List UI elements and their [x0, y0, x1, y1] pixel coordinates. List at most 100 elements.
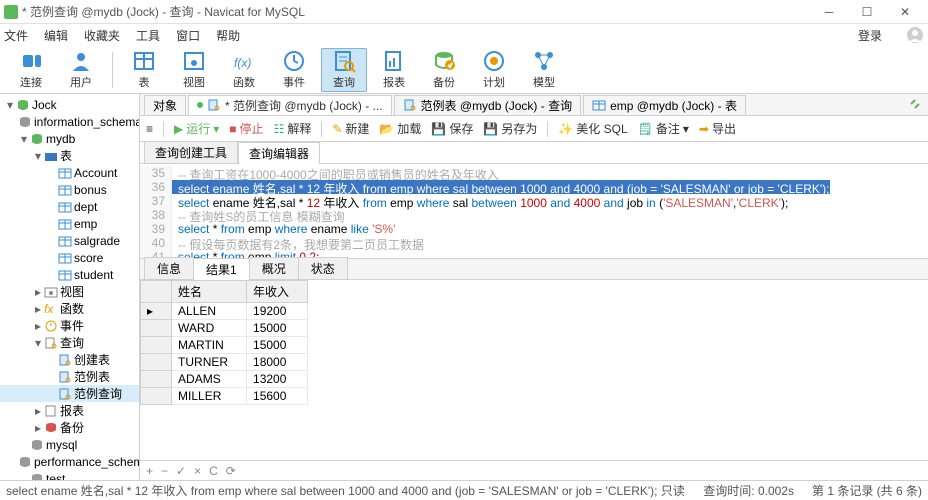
new-button[interactable]: ✎ 新建: [332, 120, 369, 137]
tool-clock[interactable]: 事件: [271, 48, 317, 92]
tool-plug[interactable]: 连接: [8, 48, 54, 92]
tree-salgrade[interactable]: salgrade: [0, 232, 139, 249]
col-header[interactable]: 姓名: [172, 281, 247, 303]
load-button[interactable]: 📂 加载: [379, 120, 421, 137]
table-row[interactable]: WARD15000: [141, 320, 308, 337]
tree-事件[interactable]: ▸事件: [0, 317, 139, 334]
twisty-icon[interactable]: ▾: [4, 98, 16, 112]
table-row[interactable]: ADAMS13200: [141, 371, 308, 388]
editor-tab[interactable]: emp @mydb (Jock) - 表: [583, 95, 746, 115]
twisty-icon[interactable]: ▸: [32, 302, 44, 316]
twisty-icon[interactable]: ▾: [18, 132, 30, 146]
minimize-button[interactable]: ─: [810, 1, 848, 23]
note-button[interactable]: 🗒 备注 ▾: [638, 120, 689, 137]
grid-action-−[interactable]: −: [161, 464, 168, 478]
table-row[interactable]: TURNER18000: [141, 354, 308, 371]
sql-line[interactable]: 39select * from emp where ename like 'S%…: [140, 222, 928, 236]
result-tab-概况[interactable]: 概况: [249, 257, 299, 279]
result-tab-信息[interactable]: 信息: [144, 257, 194, 279]
twisty-icon[interactable]: ▸: [32, 319, 44, 333]
twisty-icon[interactable]: ▸: [32, 404, 44, 418]
sql-line[interactable]: 37select ename 姓名,sal * 12 年收入 from emp …: [140, 194, 928, 208]
menu-收藏夹[interactable]: 收藏夹: [84, 27, 120, 44]
close-button[interactable]: ✕: [886, 1, 924, 23]
tree-emp[interactable]: emp: [0, 215, 139, 232]
sidebar-tree[interactable]: ▾Jockinformation_schema▾mydb▾表Accountbon…: [0, 94, 140, 480]
tree-performance_schema[interactable]: performance_schema: [0, 453, 139, 470]
beautify-button[interactable]: ✨ 美化 SQL: [558, 120, 627, 137]
tree-创建表[interactable]: 创建表: [0, 351, 139, 368]
tool-backup[interactable]: 备份: [421, 48, 467, 92]
user-avatar-icon[interactable]: [906, 26, 924, 44]
result-grid[interactable]: 姓名年收入▸ALLEN19200WARD15000MARTIN15000TURN…: [140, 280, 928, 460]
tree-函数[interactable]: ▸fx函数: [0, 300, 139, 317]
menu-帮助[interactable]: 帮助: [216, 27, 240, 44]
tool-query[interactable]: 查询: [321, 48, 367, 92]
sql-line[interactable]: 35-- 查询工资在1000-4000之间的职员或销售员的姓名及年收入: [140, 166, 928, 180]
twisty-icon[interactable]: ▸: [32, 285, 44, 299]
tree-表[interactable]: ▾表: [0, 147, 139, 164]
tree-备份[interactable]: ▸备份: [0, 419, 139, 436]
maximize-button[interactable]: ☐: [848, 1, 886, 23]
editor-tab[interactable]: 范例表 @mydb (Jock) - 查询: [394, 95, 582, 115]
table-row[interactable]: ▸ALLEN19200: [141, 303, 308, 320]
sql-line[interactable]: 36select ename 姓名,sal * 12 年收入 from emp …: [140, 180, 928, 194]
tool-report[interactable]: 报表: [371, 48, 417, 92]
export-button[interactable]: ➡ 导出: [699, 120, 736, 137]
grid-action-+[interactable]: +: [146, 464, 153, 478]
tree-score[interactable]: score: [0, 249, 139, 266]
saveas-button[interactable]: 💾 另存为: [483, 120, 537, 137]
tree-bonus[interactable]: bonus: [0, 181, 139, 198]
tool-view[interactable]: 视图: [171, 48, 217, 92]
menu-窗口[interactable]: 窗口: [176, 27, 200, 44]
grid-action-×[interactable]: ×: [194, 464, 201, 478]
menu-button[interactable]: ≡: [146, 122, 153, 136]
tree-information_schema[interactable]: information_schema: [0, 113, 139, 130]
menu-工具[interactable]: 工具: [136, 27, 160, 44]
tree-test[interactable]: test: [0, 470, 139, 480]
tool-model[interactable]: 模型: [521, 48, 567, 92]
tree-Jock[interactable]: ▾Jock: [0, 96, 139, 113]
tool-user[interactable]: 用户: [58, 48, 104, 92]
tool-fx[interactable]: f(x)函数: [221, 48, 267, 92]
tree-视图[interactable]: ▸视图: [0, 283, 139, 300]
stop-button[interactable]: ■ 停止: [229, 120, 263, 137]
titlebar: * 范例查询 @mydb (Jock) - 查询 - Navicat for M…: [0, 0, 928, 24]
explain-button[interactable]: ☷ 解释: [274, 120, 312, 137]
tree-报表[interactable]: ▸报表: [0, 402, 139, 419]
tree-Account[interactable]: Account: [0, 164, 139, 181]
col-header[interactable]: 年收入: [247, 281, 308, 303]
menu-编辑[interactable]: 编辑: [44, 27, 68, 44]
sql-line[interactable]: 40-- 假设每页数据有2条，我想要第二页员工数据: [140, 236, 928, 250]
twisty-icon[interactable]: ▾: [32, 149, 44, 163]
subtab-查询编辑器[interactable]: 查询编辑器: [238, 142, 320, 164]
twisty-icon[interactable]: ▸: [32, 421, 44, 435]
result-tab-结果1[interactable]: 结果1: [193, 258, 250, 280]
result-tab-状态[interactable]: 状态: [298, 257, 348, 279]
tree-查询[interactable]: ▾查询: [0, 334, 139, 351]
link-icon[interactable]: [908, 97, 922, 111]
save-button[interactable]: 💾 保存: [431, 120, 473, 137]
table-row[interactable]: MARTIN15000: [141, 337, 308, 354]
tree-mysql[interactable]: mysql: [0, 436, 139, 453]
tree-student[interactable]: student: [0, 266, 139, 283]
tool-schedule[interactable]: 计划: [471, 48, 517, 92]
tool-table[interactable]: 表: [121, 48, 167, 92]
tree-mydb[interactable]: ▾mydb: [0, 130, 139, 147]
twisty-icon[interactable]: ▾: [32, 336, 44, 350]
tree-范例表[interactable]: 范例表: [0, 368, 139, 385]
sql-editor[interactable]: 35-- 查询工资在1000-4000之间的职员或销售员的姓名及年收入36sel…: [140, 164, 928, 258]
tree-范例查询[interactable]: 范例查询: [0, 385, 139, 402]
table-row[interactable]: MILLER15600: [141, 388, 308, 405]
login-link[interactable]: 登录: [858, 27, 882, 44]
grid-action-C[interactable]: C: [209, 464, 218, 478]
menu-文件[interactable]: 文件: [4, 27, 28, 44]
run-button[interactable]: ▶ 运行 ▾: [174, 120, 219, 137]
sql-line[interactable]: 38-- 查询姓S的员工信息 模糊查询: [140, 208, 928, 222]
tree-dept[interactable]: dept: [0, 198, 139, 215]
grid-action-✓[interactable]: ✓: [176, 464, 186, 478]
grid-action-⟳[interactable]: ⟳: [226, 464, 236, 478]
editor-tab[interactable]: * 范例查询 @mydb (Jock) - ...: [188, 95, 392, 115]
editor-tab[interactable]: 对象: [144, 95, 186, 115]
subtab-查询创建工具[interactable]: 查询创建工具: [144, 141, 238, 163]
